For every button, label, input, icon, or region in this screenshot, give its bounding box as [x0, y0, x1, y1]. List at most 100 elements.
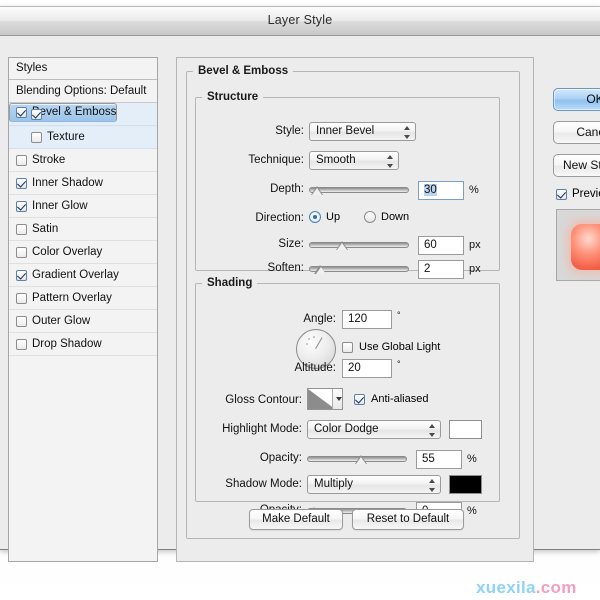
checkbox-icon[interactable] — [16, 155, 27, 166]
altitude-input[interactable]: 20 — [342, 359, 392, 378]
sidebar-item-stroke[interactable]: Stroke — [9, 149, 157, 172]
size-unit: px — [469, 239, 481, 251]
sidebar-item-drop-shadow[interactable]: Drop Shadow — [9, 333, 157, 356]
size-value: 60 — [424, 239, 437, 251]
direction-radio-up[interactable]: Up — [309, 207, 340, 227]
watermark: xuexila.com — [476, 578, 577, 598]
checkbox-icon[interactable] — [16, 107, 27, 118]
sidebar-item-bevel-emboss[interactable]: Bevel & Emboss — [9, 103, 117, 122]
make-default-button[interactable]: Make Default — [249, 509, 343, 530]
depth-input[interactable]: 30 — [418, 181, 464, 200]
cancel-button[interactable]: Cancel — [553, 121, 600, 144]
sidebar-item-label: Color Overlay — [32, 241, 102, 263]
shadow-opacity-unit: % — [467, 505, 477, 517]
chevron-down-icon[interactable] — [332, 389, 342, 409]
window-title: Layer Style — [0, 13, 600, 27]
effect-settings-panel: Bevel & Emboss Structure Style: Inner Be… — [176, 57, 534, 562]
checkbox-icon[interactable] — [16, 247, 27, 258]
highlight-color-swatch[interactable] — [449, 420, 482, 439]
styles-sidebar: Styles Blending Options: Default Bevel &… — [8, 57, 158, 562]
sidebar-item-gradient-overlay[interactable]: Gradient Overlay — [9, 264, 157, 287]
reset-to-default-button[interactable]: Reset to Default — [352, 509, 464, 530]
sidebar-item-label: Gradient Overlay — [32, 264, 119, 286]
gloss-contour-picker[interactable] — [307, 388, 343, 410]
technique-select[interactable]: Smooth — [309, 151, 399, 170]
shading-group-title: Shading — [202, 277, 257, 289]
preview-checkbox[interactable]: Preview — [556, 188, 600, 200]
ok-button[interactable]: OK — [553, 88, 600, 111]
window-titlebar[interactable]: Layer Style — [0, 7, 600, 36]
sidebar-item-pattern-overlay[interactable]: Pattern Overlay — [9, 287, 157, 310]
updown-arrows-icon — [429, 424, 436, 437]
highlight-opacity-slider[interactable] — [307, 452, 407, 466]
highlight-opacity-label: Opacity: — [200, 452, 302, 464]
sidebar-item-satin[interactable]: Satin — [9, 218, 157, 241]
sidebar-item-label: Stroke — [32, 149, 65, 171]
checkbox-icon — [354, 394, 365, 405]
anti-aliased-checkbox[interactable]: Anti-aliased — [354, 389, 428, 409]
altitude-label: Altitude: — [200, 362, 336, 374]
use-global-light-checkbox[interactable]: Use Global Light — [342, 337, 440, 357]
checkbox-icon[interactable] — [16, 178, 27, 189]
styles-list: Bevel & EmbossContourTextureStrokeInner … — [9, 103, 157, 356]
highlight-opacity-input[interactable]: 55 — [416, 450, 462, 469]
altitude-value: 20 — [348, 362, 361, 374]
size-label: Size: — [200, 238, 304, 250]
use-global-light-label: Use Global Light — [359, 341, 440, 353]
highlight-mode-select[interactable]: Color Dodge — [307, 420, 441, 439]
style-label: Style: — [200, 125, 304, 137]
new-style-button[interactable]: New Style... — [553, 154, 600, 177]
size-slider[interactable] — [309, 238, 409, 252]
styles-header: Styles — [9, 58, 157, 80]
checkbox-icon[interactable] — [31, 132, 42, 143]
dial-dot — [306, 343, 308, 345]
style-select-value: Inner Bevel — [316, 125, 374, 137]
checkbox-icon[interactable] — [16, 339, 27, 350]
checkbox-icon[interactable] — [31, 109, 42, 120]
shadow-color-swatch[interactable] — [449, 475, 482, 494]
soften-slider[interactable] — [309, 262, 409, 276]
highlight-opacity-unit: % — [467, 453, 477, 465]
sidebar-item-label: Bevel & Emboss — [32, 104, 116, 121]
direction-radio-down[interactable]: Down — [364, 207, 409, 227]
depth-slider-thumb[interactable] — [311, 184, 324, 196]
sidebar-item-label: Pattern Overlay — [32, 287, 112, 309]
highlight-mode-value: Color Dodge — [314, 423, 379, 435]
checkbox-icon[interactable] — [16, 270, 27, 281]
size-slider-thumb[interactable] — [336, 239, 349, 251]
size-input[interactable]: 60 — [418, 236, 464, 255]
preview-label: Preview — [572, 188, 600, 200]
sidebar-item-texture[interactable]: Texture — [9, 126, 157, 149]
sidebar-item-color-overlay[interactable]: Color Overlay — [9, 241, 157, 264]
shadow-mode-value: Multiply — [314, 478, 353, 490]
highlight-opacity-thumb[interactable] — [355, 453, 368, 465]
angle-label: Angle: — [200, 313, 336, 325]
checkbox-icon[interactable] — [16, 201, 27, 212]
soften-unit: px — [469, 263, 481, 275]
sidebar-item-label: Outer Glow — [32, 310, 90, 332]
sidebar-item-outer-glow[interactable]: Outer Glow — [9, 310, 157, 333]
shadow-mode-select[interactable]: Multiply — [307, 475, 441, 494]
checkbox-icon[interactable] — [16, 224, 27, 235]
gloss-contour-label: Gloss Contour: — [200, 394, 302, 406]
sidebar-item-inner-glow[interactable]: Inner Glow — [9, 195, 157, 218]
checkbox-icon[interactable] — [16, 316, 27, 327]
bevel-emboss-group-title: Bevel & Emboss — [193, 65, 293, 77]
watermark-tld: .com — [536, 578, 577, 597]
anti-aliased-label: Anti-aliased — [371, 393, 428, 405]
sidebar-item-label: Inner Glow — [32, 195, 88, 217]
style-select[interactable]: Inner Bevel — [309, 122, 416, 141]
direction-down-label: Down — [381, 211, 409, 223]
soften-slider-thumb[interactable] — [314, 263, 327, 275]
checkbox-icon[interactable] — [16, 293, 27, 304]
radio-up-icon — [309, 211, 321, 223]
angle-input[interactable]: 120 — [342, 310, 392, 329]
angle-dial-handle[interactable] — [315, 337, 322, 349]
depth-value: 30 — [424, 184, 437, 196]
depth-slider-track — [309, 187, 409, 193]
depth-slider[interactable] — [309, 183, 409, 197]
dial-dot — [308, 338, 310, 340]
sidebar-item-blending-options[interactable]: Blending Options: Default — [9, 80, 157, 103]
sidebar-item-inner-shadow[interactable]: Inner Shadow — [9, 172, 157, 195]
structure-group-title: Structure — [202, 91, 263, 103]
